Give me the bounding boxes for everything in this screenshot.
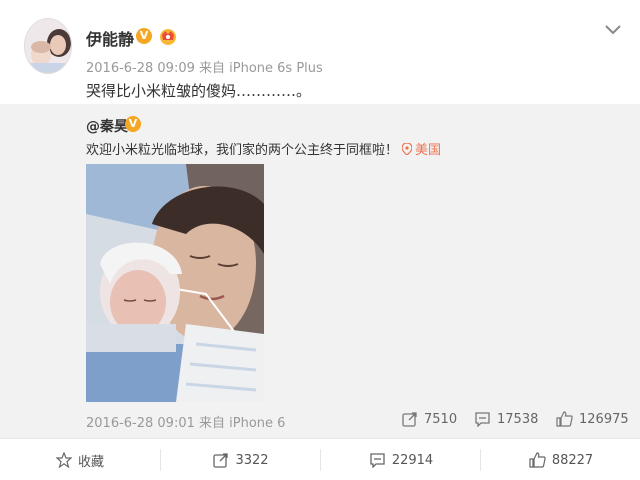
comment-button-count: 22914 [391, 452, 434, 468]
crown-icon [160, 29, 176, 45]
repost-icon [402, 412, 417, 427]
comment-icon [475, 412, 490, 427]
verified-icon: V [125, 116, 141, 132]
location-pin-icon [402, 143, 412, 155]
repost-count-stat[interactable]: 7510 [402, 409, 457, 429]
repost-timestamp: 2016-6-28 09:01 来自 iPhone 6 [86, 416, 286, 431]
like-icon [556, 411, 573, 427]
chevron-down-icon[interactable] [602, 18, 624, 40]
comment-icon [370, 453, 385, 468]
star-icon [55, 452, 72, 468]
favorite-button[interactable]: 收藏 [0, 439, 160, 480]
comment-count: 17538 [497, 411, 539, 427]
like-button[interactable]: 88227 [481, 439, 640, 480]
location-tag[interactable]: 美国 [402, 139, 441, 158]
like-button-count: 88227 [551, 452, 594, 468]
post-timestamp: 2016-6-28 09:09 来自 iPhone 6s Plus [86, 61, 323, 76]
location-label: 美国 [415, 143, 442, 158]
repost-icon [213, 453, 229, 468]
avatar[interactable] [24, 18, 72, 74]
repost-count: 7510 [424, 411, 458, 427]
comment-count-stat[interactable]: 17538 [474, 409, 538, 429]
like-count: 126975 [579, 411, 629, 427]
verified-icon: V [136, 28, 152, 44]
repost-card[interactable]: @秦昊 V 欢迎小米粒光临地球，我们家的两个公主终于同框啦！ 美国 2016-6… [0, 104, 640, 438]
avatar-photo [25, 19, 71, 73]
repost-button-count: 3322 [235, 452, 269, 468]
post-header: 伊能静 V 2016-6-28 09:09 来自 iPhone 6s Plus … [0, 0, 640, 104]
username[interactable]: 伊能静 [86, 26, 134, 50]
repost-text: 欢迎小米粒光临地球，我们家的两个公主终于同框啦！ [86, 143, 399, 158]
photo-image [86, 164, 264, 402]
repost-photo[interactable] [86, 164, 264, 402]
action-bar: 收藏 3322 22914 88227 [0, 438, 640, 480]
post-text: 哭得比小米粒皱的傻妈…………。 [86, 82, 312, 100]
repost-author[interactable]: @秦昊 [86, 116, 128, 136]
favorite-label: 收藏 [77, 454, 104, 470]
like-icon [529, 452, 546, 468]
comment-button[interactable]: 22914 [321, 439, 481, 480]
like-count-stat[interactable]: 126975 [556, 409, 629, 429]
repost-button[interactable]: 3322 [161, 439, 321, 480]
